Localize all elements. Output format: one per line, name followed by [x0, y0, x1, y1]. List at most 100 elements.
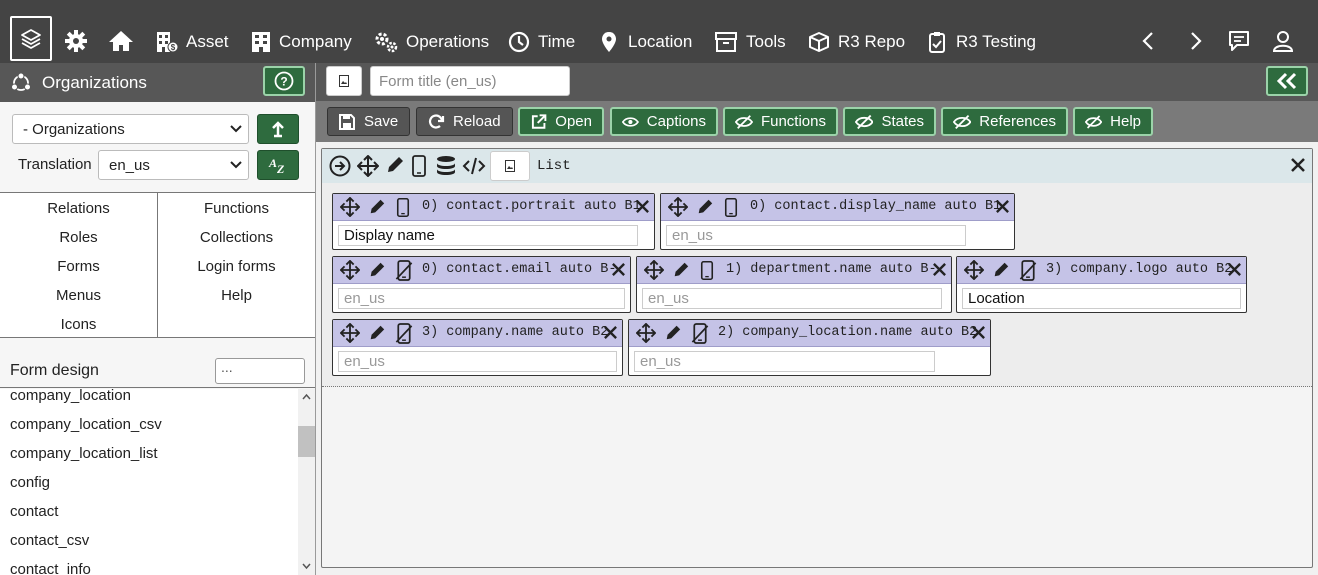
scroll-down-icon[interactable]: [302, 563, 311, 570]
move-icon[interactable]: [644, 260, 664, 280]
code-icon[interactable]: [462, 155, 486, 177]
mobile-off-icon[interactable]: [395, 260, 413, 281]
move-icon[interactable]: [668, 197, 688, 217]
module-select[interactable]: - Organizations: [12, 114, 249, 144]
states-button[interactable]: States: [843, 107, 936, 136]
nav-operations[interactable]: Operations: [374, 29, 489, 55]
layers-icon[interactable]: [10, 16, 52, 61]
pencil-icon[interactable]: [368, 198, 386, 216]
close-icon[interactable]: [932, 262, 947, 277]
translation-select[interactable]: en_us: [98, 150, 249, 180]
nav-tools[interactable]: Tools: [714, 29, 786, 55]
close-icon[interactable]: [635, 199, 650, 214]
close-icon[interactable]: [995, 199, 1010, 214]
pencil-icon[interactable]: [992, 261, 1010, 279]
close-icon[interactable]: [971, 325, 986, 340]
nav-r3-testing[interactable]: R3 Testing: [926, 29, 1036, 55]
move-icon[interactable]: [964, 260, 984, 280]
field-input-placeholder: en_us: [672, 227, 713, 244]
pencil-icon[interactable]: [696, 198, 714, 216]
move-icon[interactable]: [357, 155, 379, 177]
translation-select-value: en_us: [109, 156, 150, 174]
scroll-up-icon[interactable]: [302, 393, 311, 400]
save-button[interactable]: Save: [327, 107, 410, 136]
sidebar-item-icons[interactable]: Icons: [0, 316, 157, 333]
nav-r3-repo[interactable]: R3 Repo: [808, 29, 905, 55]
mobile-off-icon[interactable]: [1019, 260, 1037, 281]
move-icon[interactable]: [340, 260, 360, 280]
gear-icon[interactable]: [63, 28, 89, 54]
field-input[interactable]: Display name: [338, 225, 638, 246]
sidebar-item-collections[interactable]: Collections: [158, 229, 315, 246]
sidebar-item-menus[interactable]: Menus: [0, 287, 157, 304]
user-icon[interactable]: [1270, 28, 1296, 54]
close-icon[interactable]: [1290, 157, 1306, 173]
nav-asset[interactable]: $ Asset: [156, 29, 229, 55]
chevron-left-icon[interactable]: [1136, 28, 1162, 54]
references-button[interactable]: References: [941, 107, 1068, 136]
translate-button[interactable]: AZ: [257, 150, 299, 180]
field-input[interactable]: en_us: [634, 351, 935, 372]
scrollbar-thumb[interactable]: [298, 426, 315, 457]
form-filter-input[interactable]: ...: [215, 358, 305, 384]
sidebar-item-help[interactable]: Help: [158, 287, 315, 304]
go-to-module-button[interactable]: [257, 114, 299, 144]
mobile-icon[interactable]: [396, 197, 410, 218]
nav-r3-testing-label: R3 Testing: [956, 32, 1037, 51]
field-input[interactable]: en_us: [338, 288, 625, 309]
pencil-icon[interactable]: [664, 324, 682, 342]
external-link-icon: [531, 113, 547, 129]
arrow-right-circle-icon[interactable]: [329, 155, 351, 177]
move-icon[interactable]: [340, 197, 360, 217]
functions-button[interactable]: Functions: [723, 107, 838, 136]
list-item[interactable]: contact_csv: [10, 532, 89, 549]
home-icon[interactable]: [108, 28, 134, 54]
pencil-icon[interactable]: [672, 261, 690, 279]
clock-icon: [508, 31, 530, 53]
mobile-off-icon[interactable]: [691, 323, 709, 344]
form-title-input[interactable]: Form title (en_us): [370, 66, 570, 96]
pencil-icon[interactable]: [368, 261, 386, 279]
list-item[interactable]: company_location: [10, 389, 131, 404]
move-icon[interactable]: [340, 323, 360, 343]
list-item[interactable]: contact: [10, 503, 58, 520]
mobile-icon[interactable]: [724, 197, 738, 218]
close-icon[interactable]: [603, 325, 618, 340]
nav-time[interactable]: Time: [508, 29, 575, 55]
list-scrollbar[interactable]: [298, 389, 315, 575]
captions-button[interactable]: Captions: [610, 107, 718, 136]
sidebar-item-relations[interactable]: Relations: [0, 200, 157, 217]
mobile-off-icon[interactable]: [395, 323, 413, 344]
help-button[interactable]: ?: [263, 66, 305, 96]
close-icon[interactable]: [1227, 262, 1242, 277]
container-icon-picker[interactable]: [490, 151, 530, 181]
field-input[interactable]: en_us: [666, 225, 966, 246]
field-input[interactable]: Location: [962, 288, 1241, 309]
pencil-icon[interactable]: [368, 324, 386, 342]
sidebar-item-login-forms[interactable]: Login forms: [158, 258, 315, 275]
nav-location[interactable]: Location: [598, 29, 692, 55]
list-item[interactable]: contact_info: [10, 561, 91, 575]
database-icon[interactable]: [435, 155, 457, 177]
mobile-icon[interactable]: [411, 155, 427, 177]
pencil-icon[interactable]: [385, 155, 405, 175]
list-item[interactable]: company_location_list: [10, 445, 158, 462]
sidebar-item-functions[interactable]: Functions: [158, 200, 315, 217]
chat-icon[interactable]: [1226, 28, 1252, 54]
open-button[interactable]: Open: [518, 107, 604, 136]
move-icon[interactable]: [636, 323, 656, 343]
mobile-icon[interactable]: [700, 260, 714, 281]
reload-button[interactable]: Reload: [416, 107, 513, 136]
field-input[interactable]: en_us: [338, 351, 617, 372]
sidebar-item-roles[interactable]: Roles: [0, 229, 157, 246]
list-item[interactable]: config: [10, 474, 50, 491]
collapse-button[interactable]: [1266, 66, 1308, 96]
chevron-right-icon[interactable]: [1182, 28, 1208, 54]
sidebar-item-forms[interactable]: Forms: [0, 258, 157, 275]
close-icon[interactable]: [611, 262, 626, 277]
nav-company[interactable]: Company: [251, 29, 352, 55]
help-toolbar-button[interactable]: Help: [1073, 107, 1153, 136]
form-icon-picker[interactable]: [326, 66, 362, 96]
list-item[interactable]: company_location_csv: [10, 416, 162, 433]
field-input[interactable]: en_us: [642, 288, 942, 309]
